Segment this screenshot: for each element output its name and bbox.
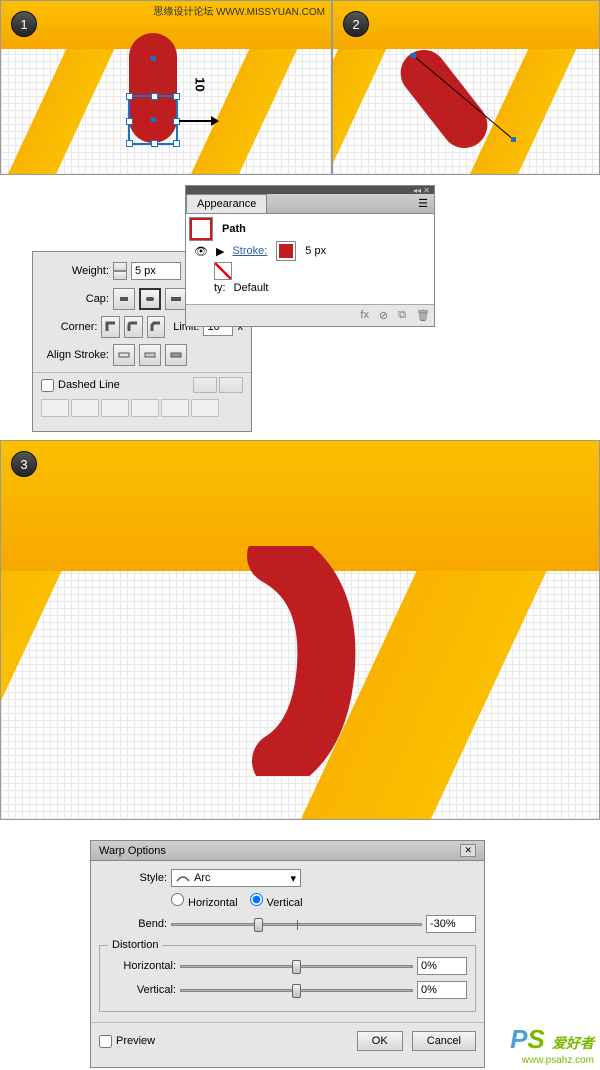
corner-round[interactable]	[124, 316, 143, 338]
watermark-top: 思缘设计论坛 WWW.MISSYUAN.COM	[153, 3, 325, 18]
fx-icon[interactable]: fx	[360, 309, 369, 322]
dist-h-label: Horizontal:	[108, 960, 176, 972]
dash-1	[41, 399, 69, 417]
canvas-step-2: 2	[332, 0, 600, 175]
dist-v-value[interactable]	[417, 981, 467, 999]
dashed-checkbox[interactable]	[41, 379, 54, 392]
preview-label: Preview	[116, 1035, 155, 1047]
corner-label: Corner:	[41, 321, 97, 333]
dist-v-slider[interactable]	[180, 989, 413, 992]
align-center[interactable]	[113, 344, 135, 366]
visibility-icon[interactable]: 👁	[194, 245, 208, 258]
stroke-link[interactable]: Stroke:	[232, 245, 267, 257]
preview-checkbox[interactable]	[99, 1035, 112, 1048]
dash-2	[101, 399, 129, 417]
corner-miter[interactable]	[101, 316, 120, 338]
stroke-size: 5 px	[305, 245, 326, 257]
horizontal-radio[interactable]	[171, 893, 184, 906]
close-icon[interactable]: ✕	[460, 844, 476, 857]
warp-options-dialog: Warp Options ✕ Style: Arc ▾ Horizontal V…	[90, 840, 485, 1068]
duplicate-icon[interactable]: ⧉	[398, 309, 406, 322]
style-label: Style:	[99, 872, 167, 884]
appearance-panel: ◂◂ ✕ Appearance ☰ Path 👁 ▶ Stroke: 5 px …	[185, 185, 435, 327]
bend-slider[interactable]	[171, 923, 422, 926]
opacity-label: ty:	[214, 282, 226, 294]
align-outside[interactable]	[165, 344, 187, 366]
dist-v-label: Vertical:	[108, 984, 176, 996]
distortion-legend: Distortion	[108, 939, 162, 951]
style-dropdown[interactable]: Arc ▾	[171, 869, 301, 887]
weight-input[interactable]	[131, 262, 181, 280]
align-stroke-label: Align Stroke:	[41, 349, 109, 361]
weight-label: Weight:	[41, 265, 109, 277]
cap-projecting[interactable]	[165, 288, 187, 310]
appearance-tab[interactable]: Appearance	[186, 194, 267, 213]
canvas-step-3: 3	[0, 440, 600, 820]
cap-label: Cap:	[41, 293, 109, 305]
dist-h-slider[interactable]	[180, 965, 413, 968]
trash-icon[interactable]: 🗑	[416, 309, 430, 322]
stroke-color-swatch[interactable]	[277, 242, 295, 260]
bend-label: Bend:	[99, 918, 167, 930]
bend-value[interactable]	[426, 915, 476, 933]
warp-title: Warp Options	[99, 845, 166, 857]
canvas-step-1: 10 1 思缘设计论坛 WWW.MISSYUAN.COM	[0, 0, 332, 175]
gap-2	[131, 399, 159, 417]
watermark-bottom: PS 爱好者 www.psahz.com	[510, 1024, 594, 1066]
opacity-value: Default	[234, 282, 269, 294]
cancel-button[interactable]: Cancel	[412, 1031, 476, 1051]
cap-round[interactable]	[139, 288, 161, 310]
clear-icon[interactable]: ⊘	[379, 309, 388, 322]
dashed-label: Dashed Line	[58, 379, 120, 391]
cap-butt[interactable]	[113, 288, 135, 310]
dash-align-1[interactable]	[193, 377, 217, 393]
expand-icon[interactable]: ▶	[216, 245, 224, 258]
ok-button[interactable]: OK	[357, 1031, 403, 1051]
corner-bevel[interactable]	[147, 316, 166, 338]
step-badge-3: 3	[11, 451, 37, 477]
gap-1	[71, 399, 99, 417]
align-inside[interactable]	[139, 344, 161, 366]
step-badge-1: 1	[11, 11, 37, 37]
step-badge-2: 2	[343, 11, 369, 37]
measure-label: 10	[193, 77, 208, 91]
vertical-radio[interactable]	[250, 893, 263, 906]
appearance-item-title: Path	[222, 223, 246, 235]
fill-none-swatch[interactable]	[214, 262, 232, 280]
weight-stepper[interactable]	[113, 262, 127, 280]
dash-3	[161, 399, 189, 417]
dash-align-2[interactable]	[219, 377, 243, 393]
gap-3	[191, 399, 219, 417]
dist-h-value[interactable]	[417, 957, 467, 975]
